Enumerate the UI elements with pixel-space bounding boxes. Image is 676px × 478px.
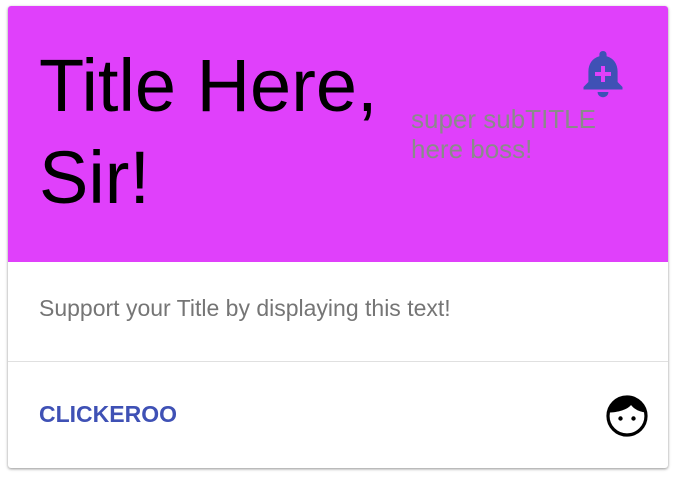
card-title: Title Here, Sir! [39,44,378,219]
notification-add-icon[interactable] [580,48,626,98]
face-icon[interactable] [606,395,648,437]
card: Title Here, Sir! super subTITLE here bos… [8,6,668,468]
supporting-text: Support your Title by displaying this te… [39,295,451,321]
card-header: Title Here, Sir! super subTITLE here bos… [8,6,668,262]
clickeroo-button[interactable]: CLICKEROO [39,399,177,429]
card-subtitle: super subTITLE here boss! [411,104,596,164]
card-divider [8,361,668,362]
